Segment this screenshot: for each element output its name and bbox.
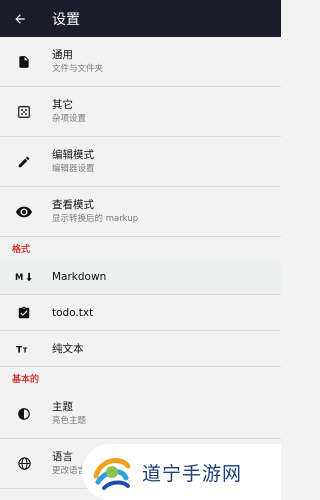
- item-label: Markdown: [52, 270, 107, 283]
- app-bar: 设置: [0, 0, 281, 37]
- settings-list: 通用 文件与文件夹 其它 杂项设置 编辑模式 编辑器设置 查看模式 显示转换后的…: [0, 37, 281, 489]
- item-sublabel: 文件与文件夹: [52, 64, 104, 74]
- settings-item-view-mode[interactable]: 查看模式 显示转换后的 markup: [0, 187, 281, 237]
- eye-icon: [0, 206, 48, 218]
- page-title: 设置: [52, 11, 80, 28]
- settings-item-theme[interactable]: 主题 亮色主题: [0, 389, 281, 439]
- item-label: 其它: [52, 99, 73, 111]
- item-sublabel: 显示转换后的 markup: [52, 214, 139, 224]
- file-icon: [0, 54, 48, 70]
- settings-item-misc[interactable]: 其它 杂项设置: [0, 87, 281, 137]
- item-sublabel: 编辑器设置: [52, 164, 95, 174]
- item-sublabel: 更改语言: [52, 466, 87, 476]
- item-label: 语言: [52, 451, 73, 463]
- section-header-format: 格式: [0, 237, 281, 259]
- item-label: 主题: [52, 401, 73, 413]
- settings-item-todotxt[interactable]: todo.txt: [0, 295, 281, 331]
- svg-text:T: T: [16, 344, 23, 354]
- watermark-logo-icon: [92, 452, 132, 492]
- svg-text:T: T: [23, 346, 28, 354]
- svg-text:M: M: [15, 272, 23, 282]
- watermark-overlay: 道宁手游网: [82, 444, 281, 500]
- item-sublabel: 亮色主题: [52, 416, 87, 426]
- back-button[interactable]: [0, 0, 40, 37]
- grid-icon: [0, 105, 48, 119]
- markdown-icon: M: [0, 271, 48, 283]
- globe-icon: [0, 456, 48, 471]
- item-label: 纯文本: [52, 343, 84, 355]
- checklist-icon: [0, 305, 48, 321]
- settings-item-edit-mode[interactable]: 编辑模式 编辑器设置: [0, 137, 281, 187]
- arrow-left-icon: [15, 13, 25, 24]
- item-label: todo.txt: [52, 306, 94, 319]
- watermark-text: 道宁手游网: [142, 462, 243, 485]
- item-label: 通用: [52, 49, 73, 61]
- settings-item-markdown[interactable]: M Markdown: [0, 259, 281, 295]
- item-sublabel: 杂项设置: [52, 114, 87, 124]
- settings-item-general[interactable]: 通用 文件与文件夹: [0, 37, 281, 87]
- pencil-icon: [0, 155, 48, 169]
- item-label: 编辑模式: [52, 149, 94, 161]
- item-label: 查看模式: [52, 199, 94, 211]
- settings-item-plaintext[interactable]: T T 纯文本: [0, 331, 281, 367]
- theme-icon: [0, 407, 48, 421]
- section-header-basic: 基本的: [0, 367, 281, 389]
- text-icon: T T: [0, 343, 48, 354]
